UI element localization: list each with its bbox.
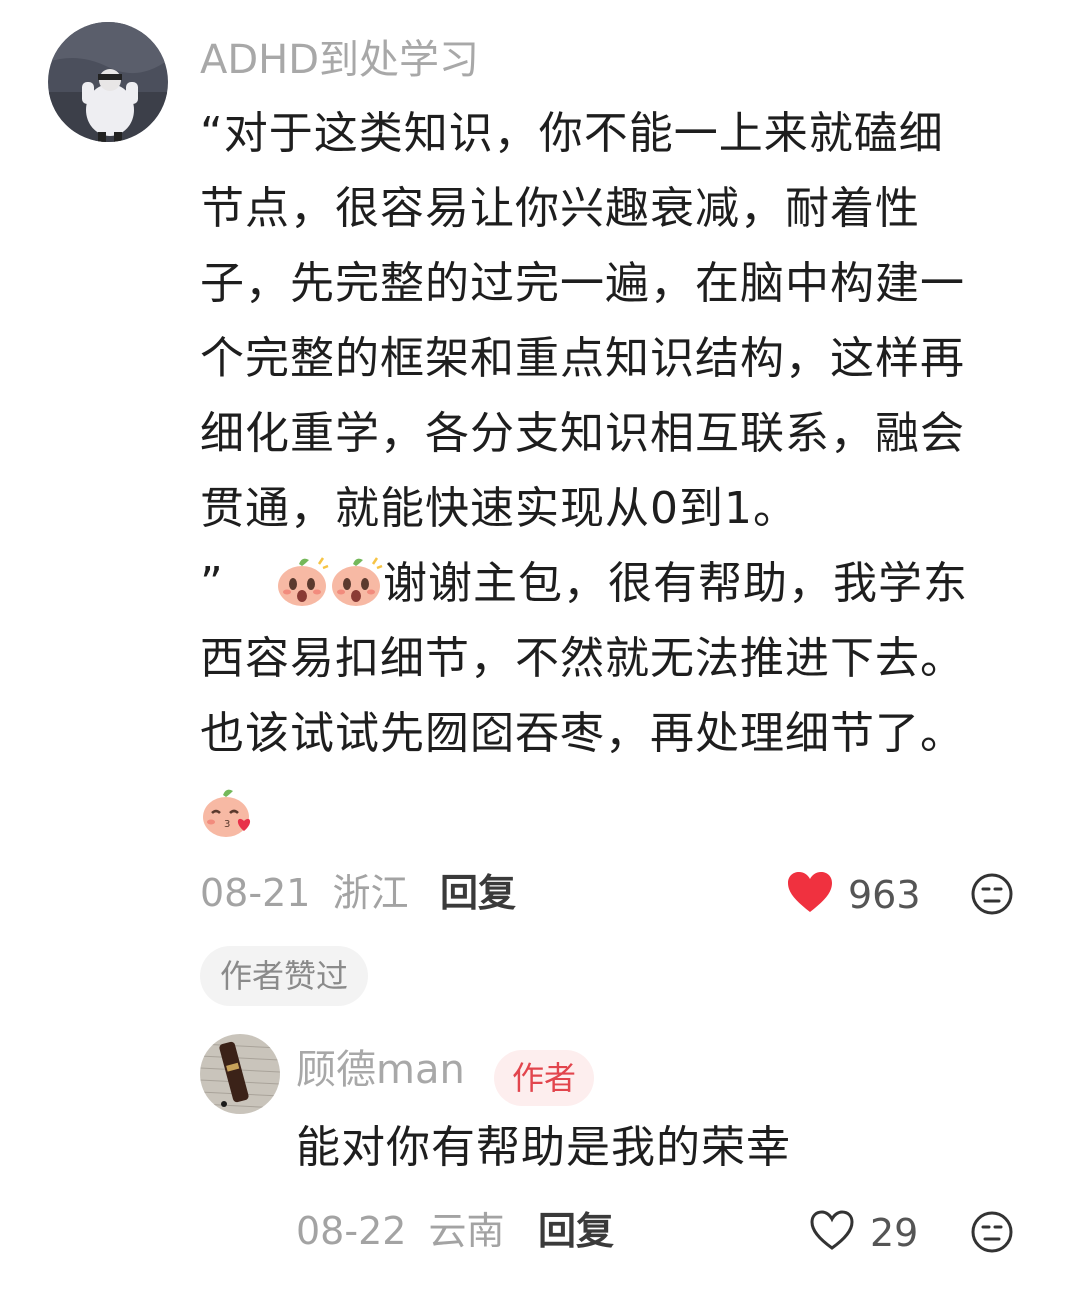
comment-line: 贯通，就能快速实现从0到1。 [200, 483, 798, 534]
comment-location: 浙江 [332, 871, 409, 915]
comment-line-emoji: 3 [200, 771, 968, 846]
peach-shocked-emoji [329, 554, 383, 608]
author-avatar[interactable] [200, 1034, 280, 1114]
comment-line-with-emoji: ” 谢谢主包，很有帮助，我学东 [200, 546, 968, 621]
comment-line: 节点，很容易让你兴趣衰减，耐着性 [200, 183, 920, 234]
reply-dislike-face-icon[interactable] [970, 1210, 1014, 1258]
comment-date: 08-21 [200, 871, 311, 915]
reply-text: 能对你有帮助是我的荣幸 [296, 1122, 791, 1173]
comment-line: 西容易扣细节，不然就无法推进下去。 [200, 633, 965, 684]
author-username[interactable]: 顾德man [296, 1050, 465, 1090]
comment-line: 子，先完整的过完一遍，在脑中构建一 [200, 258, 965, 309]
quote-close: ” [200, 558, 224, 609]
heart-filled-icon [786, 870, 834, 920]
like-button[interactable]: 963 [786, 870, 921, 920]
comment-text: “对于这类知识，你不能一上来就磕细 节点，很容易让你兴趣衰减，耐着性 子，先完整… [200, 96, 968, 846]
commenter-username[interactable]: ADHD到处学习 [200, 40, 479, 80]
comment-meta: 08-21 浙江 [200, 874, 409, 912]
commenter-avatar[interactable] [48, 22, 168, 142]
dislike-face-icon[interactable] [970, 872, 1014, 920]
reply-like-button[interactable]: 29 [808, 1208, 918, 1258]
peach-kiss-emoji: 3 [200, 785, 254, 839]
author-badge: 作者 [494, 1050, 595, 1106]
comment-line: “对于这类知识，你不能一上来就磕细 [200, 108, 944, 159]
svg-text:3: 3 [224, 819, 231, 830]
reply-date: 08-22 [296, 1209, 407, 1253]
author-liked-tag: 作者赞过 [200, 946, 369, 1006]
like-count: 963 [848, 873, 921, 917]
peach-shocked-emoji [275, 554, 329, 608]
reply-like-count: 29 [870, 1211, 919, 1255]
reply-meta: 08-22 云南 [296, 1212, 505, 1250]
reply-button[interactable]: 回复 [440, 874, 516, 912]
comment-line: 个完整的框架和重点知识结构，这样再 [200, 333, 965, 384]
reply-reply-button[interactable]: 回复 [538, 1212, 614, 1250]
comment-line: 细化重学，各分支知识相互联系，融会 [200, 408, 965, 459]
comment-line: 谢谢主包，很有帮助，我学东 [383, 558, 968, 609]
comment-line: 也该试试先囫囵吞枣，再处理细节了。 [200, 708, 965, 759]
reply-location: 云南 [428, 1209, 505, 1253]
heart-outline-icon [808, 1208, 856, 1258]
